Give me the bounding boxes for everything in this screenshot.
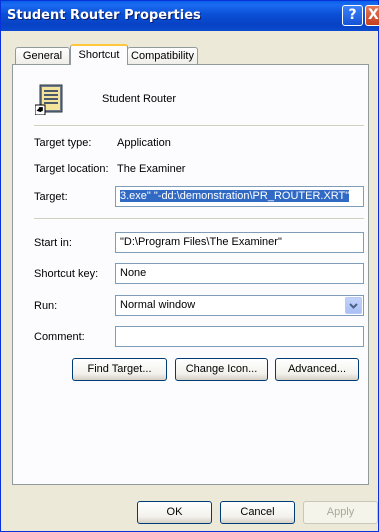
- window-title: Student Router Properties: [7, 8, 201, 23]
- run-label: Run:: [34, 300, 58, 312]
- target-type-value: Application: [117, 137, 171, 149]
- help-button[interactable]: ?: [342, 5, 363, 26]
- separator: [34, 218, 364, 220]
- advanced-button[interactable]: Advanced...: [275, 358, 359, 381]
- cancel-button[interactable]: Cancel: [220, 501, 295, 524]
- target-type-label: Target type:: [34, 137, 92, 149]
- separator: [34, 125, 364, 127]
- target-label: Target:: [34, 191, 68, 203]
- dropdown-arrow-button[interactable]: [345, 297, 362, 314]
- ok-button[interactable]: OK: [137, 501, 212, 524]
- shortcut-key-label: Shortcut key:: [34, 268, 99, 280]
- start-in-label: Start in:: [34, 237, 72, 249]
- target-location-label: Target location:: [34, 163, 109, 175]
- shortcut-name: Student Router: [102, 93, 176, 105]
- target-selected-text: 3.exe" "-dd:\demonstration\PR_ROUTER.XRT…: [120, 190, 350, 202]
- target-location-value: The Examiner: [117, 163, 186, 175]
- change-icon-button[interactable]: Change Icon...: [175, 358, 268, 381]
- tab-shortcut[interactable]: Shortcut: [70, 44, 128, 65]
- start-in-input[interactable]: "D:\Program Files\The Examiner": [115, 232, 364, 253]
- comment-input[interactable]: [115, 326, 364, 347]
- shortcut-key-input[interactable]: None: [115, 263, 364, 284]
- application-icon: [35, 84, 63, 115]
- chevron-down-icon: [349, 303, 358, 309]
- target-input[interactable]: 3.exe" "-dd:\demonstration\PR_ROUTER.XRT…: [115, 186, 364, 207]
- comment-label: Comment:: [34, 331, 85, 343]
- run-select[interactable]: Normal window: [115, 295, 364, 316]
- apply-button[interactable]: Apply: [303, 501, 378, 524]
- title-bar[interactable]: Student Router Properties ? X: [1, 1, 379, 31]
- close-button[interactable]: X: [365, 5, 379, 26]
- run-select-value: Normal window: [120, 299, 196, 311]
- find-target-button[interactable]: Find Target...: [72, 358, 167, 381]
- properties-dialog: Student Router Properties ? X General Co…: [0, 0, 379, 532]
